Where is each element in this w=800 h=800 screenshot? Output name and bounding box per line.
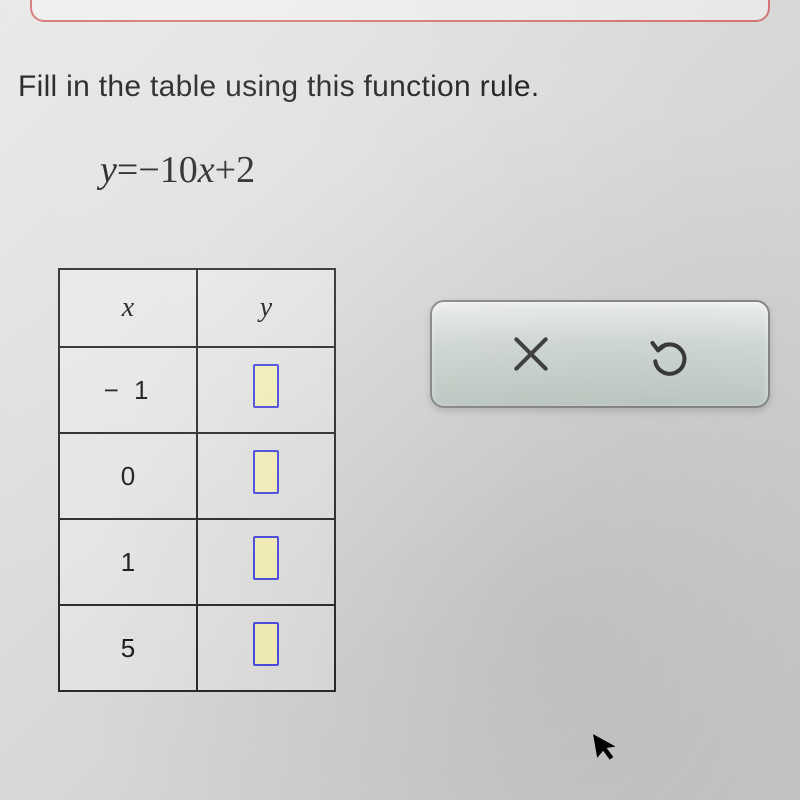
equation-neg-sign: − (138, 149, 159, 191)
alert-box-bottom-edge (30, 0, 770, 22)
instruction-text: Fill in the table using this function ru… (18, 70, 540, 104)
xy-table: x y − 1 0 1 5 (58, 268, 336, 692)
y-cell (197, 605, 335, 691)
undo-icon (647, 332, 691, 376)
xy-table-container: x y − 1 0 1 5 (58, 268, 336, 692)
close-icon (509, 332, 553, 376)
y-input[interactable] (253, 450, 279, 494)
clear-button[interactable] (501, 324, 561, 384)
y-cell (197, 433, 335, 519)
equation-y-var: y (100, 149, 117, 191)
table-row: 0 (59, 433, 335, 519)
x-cell: 5 (59, 605, 197, 691)
answer-toolbar (430, 300, 770, 408)
y-cell (197, 347, 335, 433)
equation-coef: 10 (160, 149, 198, 191)
x-cell: 0 (59, 433, 197, 519)
equation-x-var: x (198, 149, 215, 191)
equation-const: 2 (236, 149, 255, 191)
table-header-y: y (197, 269, 335, 347)
cursor-icon (591, 728, 624, 772)
table-row: − 1 (59, 347, 335, 433)
y-input[interactable] (253, 536, 279, 580)
x-cell: 1 (59, 519, 197, 605)
function-rule-equation: y=−10x+2 (100, 148, 255, 192)
y-input[interactable] (253, 364, 279, 408)
table-header-x: x (59, 269, 197, 347)
y-input[interactable] (253, 622, 279, 666)
table-row: 1 (59, 519, 335, 605)
y-cell (197, 519, 335, 605)
x-cell: − 1 (59, 347, 197, 433)
undo-button[interactable] (639, 324, 699, 384)
equation-equals: = (117, 149, 138, 191)
table-row: 5 (59, 605, 335, 691)
equation-plus: + (215, 149, 236, 191)
